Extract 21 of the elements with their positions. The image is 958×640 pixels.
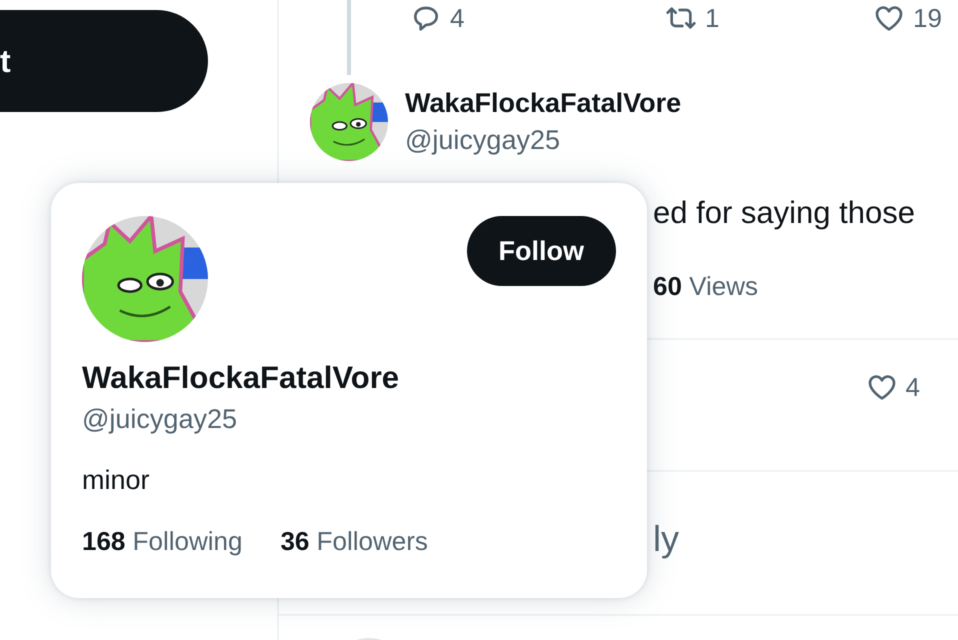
reply-field[interactable]: ly xyxy=(653,518,893,560)
action-count: 1 xyxy=(705,2,720,34)
views-label: Views xyxy=(689,271,758,301)
profile-handle[interactable]: @juicygay25 xyxy=(82,404,616,435)
repost-action[interactable]: 1 xyxy=(665,2,873,34)
action-count: 4 xyxy=(450,2,464,34)
profile-bio: minor xyxy=(82,465,151,496)
like-action[interactable]: 4 xyxy=(866,371,920,403)
follow-button[interactable]: Follow xyxy=(466,216,616,286)
profile-stat-link[interactable]: 36 Followers xyxy=(280,526,428,557)
post-button[interactable]: t xyxy=(0,10,208,112)
view-count: 60 xyxy=(653,271,682,301)
author-handle[interactable]: @juicygay25 xyxy=(405,125,958,156)
tweet-text: ed for saying those xyxy=(653,195,916,231)
profile-stat-link[interactable]: 168 Following xyxy=(82,526,242,557)
action-count: 19 xyxy=(913,2,942,34)
reply-action[interactable]: 4 xyxy=(410,2,665,34)
like-action[interactable]: 19 xyxy=(873,2,942,34)
action-count: 4 xyxy=(906,372,920,402)
author-name[interactable]: WakaFlockaFatalVore xyxy=(405,88,958,119)
profile-name[interactable]: WakaFlockaFatalVore xyxy=(82,360,616,396)
